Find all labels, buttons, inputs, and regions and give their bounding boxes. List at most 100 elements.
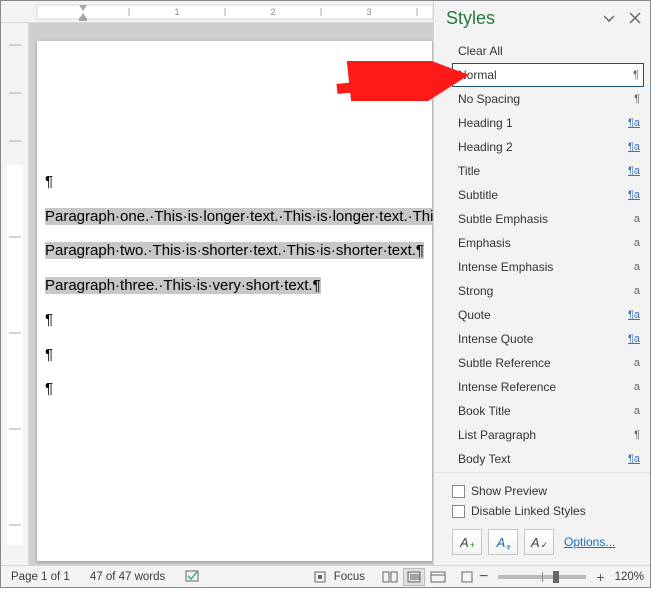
new-style-button[interactable]: A+ — [452, 529, 482, 555]
style-item-label: Emphasis — [458, 236, 620, 250]
svg-text:1: 1 — [174, 7, 179, 17]
style-item-label: Intense Reference — [458, 380, 620, 394]
style-item[interactable]: List Paragraph¶ — [452, 423, 644, 447]
style-glyph-icon: a — [620, 237, 640, 249]
svg-text:2: 2 — [270, 7, 275, 17]
status-bar: Page 1 of 1 47 of 47 words Focus − + — [1, 565, 650, 587]
styles-pane-header: Styles — [434, 1, 650, 35]
style-item[interactable]: Emphasisa — [452, 231, 644, 255]
style-glyph-icon: a — [620, 357, 640, 369]
paragraph-marker[interactable]: ¶ — [45, 171, 432, 194]
style-item[interactable]: Subtitle¶a — [452, 183, 644, 207]
style-item-label: List Paragraph — [458, 428, 620, 442]
style-item-label: Title — [458, 164, 620, 178]
style-inspector-button[interactable]: Aᵩ — [488, 529, 518, 555]
style-item[interactable]: Subtle Emphasisa — [452, 207, 644, 231]
print-layout-button[interactable] — [403, 568, 425, 586]
style-item-label: Strong — [458, 284, 620, 298]
selection[interactable]: Paragraph·one.·This·is·longer·text.·This… — [45, 208, 433, 225]
paragraph[interactable]: Paragraph·three.·This·is·very·short·text… — [45, 275, 432, 298]
document-viewport[interactable]: ¶ Paragraph·one.·This·is·longer·text.·Th… — [29, 23, 433, 565]
document-body[interactable]: ¶ Paragraph·one.·This·is·longer·text.·Th… — [45, 171, 432, 413]
style-item[interactable]: Body Text¶a — [452, 447, 644, 471]
style-glyph-icon: a — [620, 261, 640, 273]
show-preview-checkbox[interactable]: Show Preview — [452, 481, 642, 501]
zoom-percent[interactable]: 120% — [615, 571, 644, 583]
selection[interactable]: Paragraph·two.·This·is·shorter·text.·Thi… — [45, 242, 424, 259]
style-glyph-icon: ¶a — [620, 141, 640, 153]
paragraph[interactable]: Paragraph·two.·This·is·shorter·text.·Thi… — [45, 240, 432, 263]
svg-text:3: 3 — [366, 7, 371, 17]
style-item[interactable]: Intense Emphasisa — [452, 255, 644, 279]
style-item-label: Subtle Reference — [458, 356, 620, 370]
checkbox-label: Disable Linked Styles — [471, 504, 586, 518]
style-glyph-icon: ¶a — [620, 309, 640, 321]
style-item[interactable]: Quote¶a — [452, 303, 644, 327]
manage-styles-button[interactable]: A✓ — [524, 529, 554, 555]
spellcheck-icon[interactable] — [185, 569, 201, 585]
style-item-label: Intense Quote — [458, 332, 620, 346]
close-pane-button[interactable] — [624, 7, 646, 29]
style-item[interactable]: Heading 1¶a — [452, 111, 644, 135]
style-item[interactable]: Subtle Referencea — [452, 351, 644, 375]
paragraph-marker[interactable]: ¶ — [45, 378, 432, 401]
selection[interactable]: Paragraph·three.·This·is·very·short·text… — [45, 277, 321, 294]
styles-pane: Styles Clear AllNormal¶No Spacing¶Headin… — [433, 1, 650, 565]
styles-pane-title: Styles — [446, 8, 495, 29]
document-page[interactable]: ¶ Paragraph·one.·This·is·longer·text.·Th… — [37, 41, 432, 561]
style-glyph-icon: ¶a — [620, 453, 640, 465]
checkbox-label: Show Preview — [471, 484, 547, 498]
read-mode-button[interactable] — [379, 568, 401, 586]
style-item[interactable]: Normal¶ — [452, 63, 644, 87]
zoom-out-button[interactable]: − — [477, 568, 490, 586]
style-glyph-icon: ¶ — [620, 429, 640, 441]
style-glyph-icon: ¶ — [619, 69, 639, 81]
style-item[interactable]: Clear All — [452, 39, 644, 63]
zoom-slider[interactable] — [498, 575, 586, 579]
style-item-label: Clear All — [458, 44, 620, 58]
style-glyph-icon: ¶a — [620, 189, 640, 201]
style-item[interactable]: Heading 2¶a — [452, 135, 644, 159]
style-glyph-icon: ¶ — [620, 93, 640, 105]
styles-pane-footer: Show Preview Disable Linked Styles A+ Aᵩ… — [434, 472, 650, 565]
focus-label: Focus — [334, 571, 365, 583]
style-item[interactable]: Intense Quote¶a — [452, 327, 644, 351]
style-glyph-icon: ¶a — [620, 165, 640, 177]
style-item[interactable]: Intense Referencea — [452, 375, 644, 399]
style-item-label: No Spacing — [458, 92, 620, 106]
checkbox-icon — [452, 485, 465, 498]
style-item[interactable]: Book Titlea — [452, 399, 644, 423]
word-count[interactable]: 47 of 47 words — [80, 566, 175, 587]
web-layout-button[interactable] — [427, 568, 449, 586]
style-glyph-icon: a — [620, 213, 640, 225]
page-indicator[interactable]: Page 1 of 1 — [1, 566, 80, 587]
focus-icon — [312, 569, 328, 585]
style-item-label: Body Text — [458, 452, 620, 466]
styles-list[interactable]: Clear AllNormal¶No Spacing¶Heading 1¶aHe… — [434, 35, 650, 472]
style-glyph-icon: a — [620, 285, 640, 297]
vertical-ruler — [1, 23, 29, 565]
zoom-fit-icon[interactable] — [459, 569, 475, 585]
style-item[interactable]: No Spacing¶ — [452, 87, 644, 111]
style-item-label: Book Title — [458, 404, 620, 418]
style-item[interactable]: Title¶a — [452, 159, 644, 183]
style-item[interactable]: Stronga — [452, 279, 644, 303]
checkbox-icon — [452, 505, 465, 518]
style-glyph-icon: ¶a — [620, 333, 640, 345]
paragraph-marker[interactable]: ¶ — [45, 309, 432, 332]
style-item-label: Heading 1 — [458, 116, 620, 130]
style-item-label: Intense Emphasis — [458, 260, 620, 274]
paragraph-marker[interactable]: ¶ — [45, 344, 432, 367]
style-item-label: Subtitle — [458, 188, 620, 202]
focus-mode-button[interactable]: Focus — [302, 566, 375, 587]
style-item-label: Heading 2 — [458, 140, 620, 154]
disable-linked-styles-checkbox[interactable]: Disable Linked Styles — [452, 501, 642, 521]
zoom-in-button[interactable]: + — [594, 569, 606, 585]
style-item-label: Quote — [458, 308, 620, 322]
style-glyph-icon: a — [620, 405, 640, 417]
style-item-label: Subtle Emphasis — [458, 212, 620, 226]
pane-options-dropdown[interactable] — [598, 7, 620, 29]
styles-options-link[interactable]: Options... — [564, 535, 615, 549]
style-glyph-icon: a — [620, 381, 640, 393]
paragraph[interactable]: Paragraph·one.·This·is·longer·text.·This… — [45, 206, 432, 229]
